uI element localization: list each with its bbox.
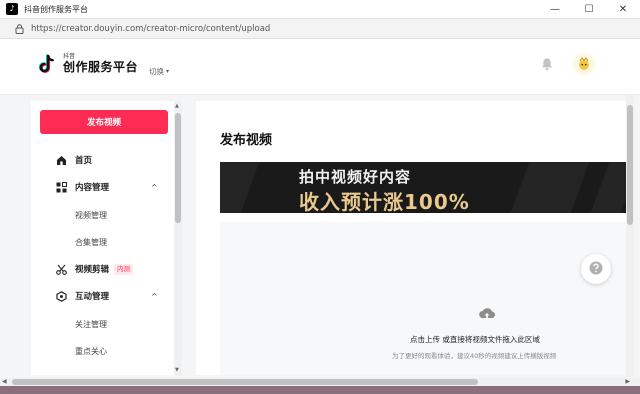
sidebar-item-video-management[interactable]: 视频管理 [75, 210, 107, 221]
sidebar-item-label: 内容管理 [75, 183, 110, 193]
sidebar-item-label: 首页 [75, 156, 93, 166]
scroll-down-icon[interactable]: ▼ [175, 367, 179, 373]
sidebar-scrollbar[interactable]: ▲ ▼ [174, 101, 182, 375]
logo-main-text: 创作服务平台 [63, 60, 139, 74]
sidebar-item-video-editing[interactable]: 视频剪辑 内测 [31, 259, 174, 279]
app-header: 抖音 创作服务平台 切换 ▾ [0, 39, 640, 95]
upload-instruction: 点击上传 或直接将视频文件拖入此区域 [410, 335, 540, 344]
sidebar-item-interaction-management[interactable]: 互动管理 ^ [31, 286, 174, 306]
douyin-app-icon: ♪ [6, 3, 18, 15]
page-title: 发布视频 [220, 133, 273, 148]
sidebar-scroll-thumb[interactable] [175, 113, 181, 223]
horizontal-scroll-thumb[interactable] [12, 379, 478, 385]
question-icon [589, 261, 603, 278]
tiktok-logo-icon [36, 53, 58, 75]
cloud-upload-icon [478, 306, 496, 322]
address-bar[interactable]: https://creator.douyin.com/creator-micro… [0, 19, 640, 39]
sidebar: 发布视频 首页 内容管理 ^ 视频管理 合集管理 视频剪辑 内测 互动管理 ^ … [31, 101, 174, 375]
chevron-up-icon: ^ [151, 182, 158, 192]
page-scroll-thumb[interactable] [627, 105, 633, 225]
sidebar-item-follow-management[interactable]: 关注管理 [75, 319, 107, 330]
platform-logo[interactable]: 抖音 创作服务平台 [36, 53, 138, 75]
sidebar-item-collection-management[interactable]: 合集管理 [75, 237, 107, 248]
scissors-icon [56, 264, 67, 275]
window-titlebar: ♪ 抖音创作服务平台 — ☐ ✕ [0, 0, 640, 19]
chevron-down-icon: ▾ [166, 68, 170, 75]
logo-text: 抖音 创作服务平台 [63, 53, 138, 75]
banner-headline: 拍中视频好内容 [299, 168, 412, 186]
scroll-up-icon[interactable]: ▲ [175, 103, 179, 109]
url-text[interactable]: https://creator.douyin.com/creator-micro… [31, 24, 270, 34]
scroll-left-icon[interactable]: ◀ [2, 378, 7, 386]
lock-icon [14, 23, 24, 34]
help-button[interactable] [581, 254, 611, 284]
beta-badge: 内测 [114, 263, 133, 275]
close-button[interactable]: ✕ [606, 0, 640, 19]
main-content: 发布视频 拍中视频好内容 收入预计涨100% 点击上传 或直接将视频文件拖入此区… [196, 101, 626, 375]
home-icon [56, 155, 67, 166]
page-scrollbar[interactable] [626, 95, 634, 377]
switch-label: 切换 [149, 67, 164, 76]
desktop-background-strip [0, 386, 640, 394]
sidebar-item-label: 互动管理 [75, 292, 110, 302]
upload-hint: 为了更好的观看体验，建议40秒的视频建议上传横版视频 [392, 352, 557, 360]
chevron-up-icon: ^ [151, 291, 158, 301]
maximize-button[interactable]: ☐ [572, 0, 606, 19]
logo-small-text: 抖音 [63, 53, 76, 60]
grid-icon [56, 181, 67, 193]
window-title: 抖音创作服务平台 [24, 4, 88, 14]
switch-account-button[interactable]: 切换 ▾ [149, 66, 169, 77]
promo-banner[interactable]: 拍中视频好内容 收入预计涨100% [220, 162, 626, 213]
window-controls: — ☐ ✕ [538, 0, 640, 19]
bell-icon[interactable] [540, 57, 554, 71]
sidebar-item-content-management[interactable]: 内容管理 ^ [31, 177, 174, 197]
publish-video-button[interactable]: 发布视频 [40, 110, 168, 134]
avatar[interactable] [573, 53, 595, 75]
banner-subheadline: 收入预计涨100% [299, 190, 470, 213]
minimize-button[interactable]: — [538, 0, 572, 19]
horizontal-scrollbar[interactable]: ◀ ▶ [0, 378, 640, 386]
upload-dropzone[interactable]: 点击上传 或直接将视频文件拖入此区域 为了更好的观看体验，建议40秒的视频建议上… [220, 222, 626, 375]
sidebar-item-home[interactable]: 首页 [31, 150, 174, 170]
interaction-icon [56, 290, 67, 302]
scroll-right-icon[interactable]: ▶ [625, 378, 630, 386]
sidebar-item-key-focus[interactable]: 重点关心 [75, 346, 107, 357]
sidebar-item-label: 视频剪辑 [75, 265, 110, 275]
